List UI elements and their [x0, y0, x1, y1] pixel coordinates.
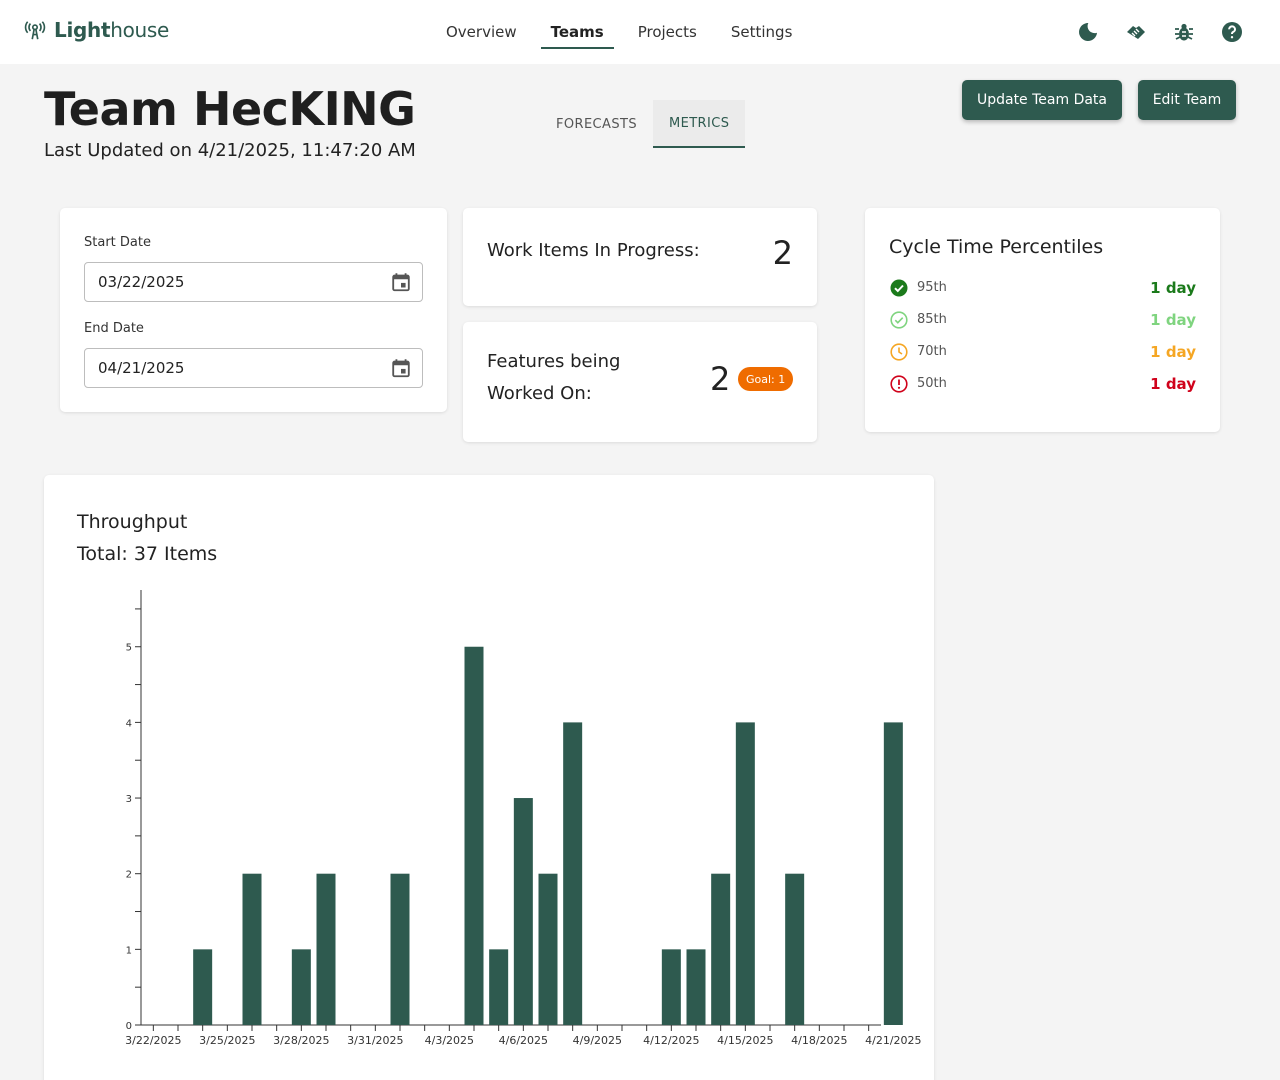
end-date-value: 04/21/2025	[98, 359, 185, 377]
x-tick-label: 3/22/2025	[125, 1034, 181, 1047]
nav-teams[interactable]: Teams	[540, 15, 614, 49]
start-date-field[interactable]: 03/22/2025	[84, 262, 423, 302]
throughput-bar[interactable]	[489, 949, 509, 1025]
edit-team-button[interactable]: Edit Team	[1138, 80, 1236, 120]
percentile-row-50: 50th 1 day	[889, 374, 1196, 394]
percentile-name: 95th	[917, 280, 947, 295]
features-label: Features being Worked On:	[487, 351, 621, 404]
goal-badge: Goal: 1	[738, 367, 794, 391]
end-date-field[interactable]: 04/21/2025	[84, 348, 423, 388]
percentile-row-70: 70th 1 day	[889, 342, 1196, 362]
percentile-name: 70th	[917, 344, 947, 359]
y-tick-label: 5	[126, 643, 132, 654]
start-date-label: Start Date	[84, 235, 151, 250]
y-tick-label: 0	[126, 1021, 132, 1032]
x-tick-label: 3/25/2025	[199, 1034, 255, 1047]
app-name-bold: Light	[54, 18, 111, 42]
throughput-bar[interactable]	[193, 949, 213, 1025]
percentile-value: 1 day	[1150, 343, 1196, 361]
throughput-bar[interactable]	[538, 873, 558, 1025]
throughput-bar[interactable]	[686, 949, 706, 1025]
percentile-value: 1 day	[1150, 375, 1196, 393]
lighthouse-antenna-icon	[24, 19, 46, 41]
x-tick-label: 4/15/2025	[717, 1034, 773, 1047]
y-tick-label: 3	[126, 794, 132, 805]
tab-metrics[interactable]: METRICS	[652, 100, 746, 148]
percentile-value: 1 day	[1150, 311, 1196, 329]
throughput-bar[interactable]	[883, 722, 903, 1025]
percentile-value: 1 day	[1150, 279, 1196, 297]
throughput-bar[interactable]	[513, 798, 533, 1025]
x-tick-label: 4/18/2025	[791, 1034, 847, 1047]
app-name-rest: house	[110, 18, 170, 42]
last-updated-text: Last Updated on 4/21/2025, 11:47:20 AM	[44, 140, 416, 161]
features-in-progress-card: Features being Worked On: 2 Goal: 1	[463, 322, 817, 442]
nav-icon-group	[1076, 20, 1244, 44]
percentile-name: 85th	[917, 312, 947, 327]
percentile-name: 50th	[917, 376, 947, 391]
check-circle-filled-icon	[889, 278, 909, 298]
x-tick-label: 4/6/2025	[499, 1034, 548, 1047]
clock-icon	[889, 342, 909, 362]
error-circle-icon	[889, 374, 909, 394]
x-tick-label: 3/28/2025	[273, 1034, 329, 1047]
wip-label: Work Items In Progress:	[487, 240, 700, 261]
nav-overview[interactable]: Overview	[436, 15, 527, 49]
y-tick-label: 2	[126, 870, 132, 881]
nav-projects[interactable]: Projects	[628, 15, 707, 49]
throughput-bar[interactable]	[563, 722, 583, 1025]
x-tick-label: 3/31/2025	[347, 1034, 403, 1047]
tab-forecasts[interactable]: FORECASTS	[540, 100, 653, 148]
update-team-data-button[interactable]: Update Team Data	[962, 80, 1122, 120]
dark-mode-moon-icon[interactable]	[1076, 20, 1100, 44]
y-tick-label: 4	[126, 718, 132, 729]
top-app-bar: Lighthouse Overview Teams Projects Setti…	[0, 0, 1280, 64]
main-nav: Overview Teams Projects Settings	[436, 0, 816, 64]
throughput-bar[interactable]	[464, 646, 484, 1025]
throughput-card: Throughput Total: 37 Items 0 1 2 3 4 5 3/22/20…	[44, 475, 934, 1080]
throughput-bar[interactable]	[390, 873, 410, 1025]
start-date-value: 03/22/2025	[98, 273, 185, 291]
throughput-bar-chart: 0 1 2 3 4 5 3/22/2025 3/25/2025 3/28/2025 3/31/20…	[125, 590, 922, 1047]
x-tick-label: 4/21/2025	[865, 1034, 921, 1047]
nav-settings[interactable]: Settings	[721, 15, 803, 49]
throughput-bar[interactable]	[316, 873, 336, 1025]
help-icon[interactable]	[1220, 20, 1244, 44]
throughput-bar[interactable]	[242, 873, 262, 1025]
x-tick-label: 4/3/2025	[425, 1034, 474, 1047]
app-name: Lighthouse	[54, 18, 169, 42]
calendar-icon[interactable]	[390, 271, 412, 293]
y-tick-label: 1	[126, 945, 132, 956]
throughput-bar[interactable]	[785, 873, 805, 1025]
throughput-bar[interactable]	[291, 949, 311, 1025]
end-date-label: End Date	[84, 321, 144, 336]
cycle-time-percentiles-card: Cycle Time Percentiles 95th 1 day 85th 1…	[865, 208, 1220, 432]
features-count: 2	[710, 360, 731, 398]
throughput-bar[interactable]	[711, 873, 731, 1025]
check-circle-outline-icon	[889, 310, 909, 330]
percentiles-title: Cycle Time Percentiles	[889, 236, 1104, 258]
date-range-card: Start Date 03/22/2025 End Date 04/21/202…	[60, 208, 447, 412]
x-tick-label: 4/12/2025	[643, 1034, 699, 1047]
support-handshake-icon[interactable]	[1124, 20, 1148, 44]
work-items-in-progress-card: Work Items In Progress: 2	[463, 208, 817, 306]
page-title: Team HecKING	[44, 82, 416, 136]
view-tabs: FORECASTS METRICS	[540, 100, 746, 148]
wip-count: 2	[772, 234, 793, 272]
throughput-bar[interactable]	[735, 722, 755, 1025]
calendar-icon[interactable]	[390, 357, 412, 379]
bug-report-icon[interactable]	[1172, 20, 1196, 44]
app-brand[interactable]: Lighthouse	[24, 18, 169, 42]
throughput-bar[interactable]	[661, 949, 681, 1025]
percentile-row-95: 95th 1 day	[889, 278, 1196, 298]
x-tick-label: 4/9/2025	[573, 1034, 622, 1047]
percentile-row-85: 85th 1 day	[889, 310, 1196, 330]
